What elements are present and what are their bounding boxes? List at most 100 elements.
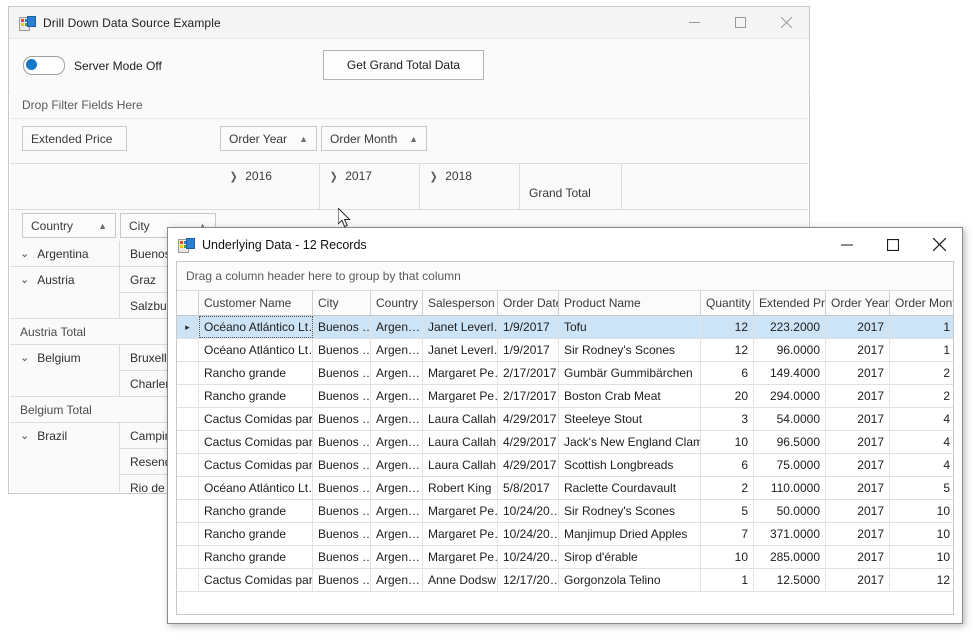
cell-city[interactable]: Buenos …: [313, 523, 371, 545]
cell-order-month[interactable]: 10: [890, 546, 953, 568]
cell-order-month[interactable]: 1: [890, 339, 953, 361]
cell-salesperson[interactable]: Anne Dodsw…: [423, 569, 498, 591]
cell-quantity[interactable]: 10: [701, 431, 754, 453]
table-row[interactable]: Océano Atlántico Lt… Buenos … Argen… Janet …: [177, 339, 953, 362]
cell-city[interactable]: Buenos …: [313, 431, 371, 453]
cell-salesperson[interactable]: Laura Callah…: [423, 454, 498, 476]
cell-product-name[interactable]: Sirop d'érable: [559, 546, 701, 568]
cell-quantity[interactable]: 10: [701, 546, 754, 568]
grid-header-order-date[interactable]: Order Date: [498, 291, 559, 315]
cell-salesperson[interactable]: Margaret Pe…: [423, 385, 498, 407]
column-header-2016[interactable]: ❯ 2016: [220, 164, 320, 209]
cell-customer-name[interactable]: Cactus Comidas par…: [199, 569, 313, 591]
cell-order-month[interactable]: 2: [890, 362, 953, 384]
cell-product-name[interactable]: Manjimup Dried Apples: [559, 523, 701, 545]
table-row[interactable]: Cactus Comidas par… Buenos … Argen… Laura C…: [177, 408, 953, 431]
cell-customer-name[interactable]: Océano Atlántico Lt…: [199, 477, 313, 499]
cell-order-month[interactable]: 1: [890, 316, 953, 338]
cell-city[interactable]: Buenos …: [313, 477, 371, 499]
cell-salesperson[interactable]: Margaret Pe…: [423, 546, 498, 568]
dialog-maximize-button[interactable]: [870, 228, 916, 261]
grid-header-customer-name[interactable]: Customer Name: [199, 291, 313, 315]
cell-quantity[interactable]: 5: [701, 500, 754, 522]
dialog-minimize-button[interactable]: [824, 228, 870, 261]
table-row[interactable]: Rancho grandeBuenos …Argen…Margaret Pe…1…: [177, 546, 953, 569]
cell-quantity[interactable]: 3: [701, 408, 754, 430]
grid-header-extended-price[interactable]: Extended Pri…: [754, 291, 826, 315]
cell-extended-price[interactable]: 96.5000: [754, 431, 826, 453]
cell-order-date[interactable]: 10/24/20…: [498, 523, 559, 545]
cell-order-month[interactable]: 12: [890, 569, 953, 591]
expand-icon[interactable]: ❯: [430, 170, 438, 183]
cell-order-date[interactable]: 10/24/20…: [498, 500, 559, 522]
cell-country[interactable]: Argen…: [371, 385, 423, 407]
cell-product-name[interactable]: Sir Rodney's Scones: [559, 500, 701, 522]
cell-salesperson[interactable]: Margaret Pe…: [423, 523, 498, 545]
cell-country[interactable]: Argen…: [371, 316, 423, 338]
cell-salesperson[interactable]: Janet Leverl…: [423, 339, 498, 361]
field-country[interactable]: Country ▲: [22, 213, 116, 238]
table-row[interactable]: Océano Atlántico Lt… Buenos … Argen… Robert…: [177, 477, 953, 500]
cell-country[interactable]: Argen…: [371, 431, 423, 453]
cell-customer-name[interactable]: Cactus Comidas par…: [199, 454, 313, 476]
cell-city[interactable]: Buenos …: [313, 546, 371, 568]
cell-extended-price[interactable]: 371.0000: [754, 523, 826, 545]
grid-header-order-year[interactable]: Order Year: [826, 291, 890, 315]
cell-order-month[interactable]: 2: [890, 385, 953, 407]
table-row[interactable]: Rancho grandeBuenos …Argen…Margaret Pe…2…: [177, 385, 953, 408]
cell-country[interactable]: Argen…: [371, 523, 423, 545]
collapse-icon[interactable]: ⌄: [20, 247, 29, 260]
pivot-row-country-belgium[interactable]: ⌄ Belgium: [10, 345, 120, 397]
drop-filter-area[interactable]: Drop Filter Fields Here: [10, 92, 808, 119]
cell-city[interactable]: Buenos …: [313, 454, 371, 476]
cell-order-month[interactable]: 5: [890, 477, 953, 499]
cell-customer-name[interactable]: Rancho grande: [199, 500, 313, 522]
pivot-row-country-brazil[interactable]: ⌄ Brazil: [10, 423, 120, 492]
grid-header-product-name[interactable]: Product Name: [559, 291, 701, 315]
column-header-grand-total[interactable]: Grand Total: [520, 164, 622, 209]
cell-order-date[interactable]: 1/9/2017: [498, 339, 559, 361]
cell-product-name[interactable]: Jack's New England Clam …: [559, 431, 701, 453]
collapse-icon[interactable]: ⌄: [20, 273, 29, 286]
column-header-2017[interactable]: ❯ 2017: [320, 164, 420, 209]
cell-country[interactable]: Argen…: [371, 569, 423, 591]
grid-header-city[interactable]: City: [313, 291, 371, 315]
cell-country[interactable]: Argen…: [371, 408, 423, 430]
cell-order-year[interactable]: 2017: [826, 431, 890, 453]
collapse-icon[interactable]: ⌄: [20, 429, 29, 442]
cell-customer-name[interactable]: Rancho grande: [199, 546, 313, 568]
cell-product-name[interactable]: Raclette Courdavault: [559, 477, 701, 499]
grid-header-order-month[interactable]: Order Month: [890, 291, 953, 315]
dialog-close-button[interactable]: [916, 228, 962, 261]
cell-order-year[interactable]: 2017: [826, 454, 890, 476]
table-row[interactable]: Cactus Comidas par… Buenos … Argen… Laura C…: [177, 431, 953, 454]
table-row[interactable]: Rancho grandeBuenos …Argen…Margaret Pe…1…: [177, 523, 953, 546]
cell-extended-price[interactable]: 96.0000: [754, 339, 826, 361]
column-header-2018[interactable]: ❯ 2018: [420, 164, 520, 209]
cell-extended-price[interactable]: 12.5000: [754, 569, 826, 591]
cell-city[interactable]: Buenos …: [313, 569, 371, 591]
cell-salesperson[interactable]: Margaret Pe…: [423, 500, 498, 522]
cell-extended-price[interactable]: 75.0000: [754, 454, 826, 476]
cell-city[interactable]: Buenos …: [313, 500, 371, 522]
cell-city[interactable]: Buenos …: [313, 362, 371, 384]
cell-salesperson[interactable]: Robert King: [423, 477, 498, 499]
cell-extended-price[interactable]: 54.0000: [754, 408, 826, 430]
close-button[interactable]: [763, 7, 809, 38]
cell-country[interactable]: Argen…: [371, 339, 423, 361]
cell-order-date[interactable]: 2/17/2017: [498, 385, 559, 407]
cell-extended-price[interactable]: 285.0000: [754, 546, 826, 568]
cell-quantity[interactable]: 1: [701, 569, 754, 591]
grid-header-country[interactable]: Country: [371, 291, 423, 315]
cell-order-date[interactable]: 5/8/2017: [498, 477, 559, 499]
cell-city[interactable]: Buenos …: [313, 316, 371, 338]
cell-product-name[interactable]: Boston Crab Meat: [559, 385, 701, 407]
field-order-month[interactable]: Order Month ▲: [321, 126, 427, 151]
cell-order-date[interactable]: 10/24/20…: [498, 546, 559, 568]
cell-city[interactable]: Buenos …: [313, 339, 371, 361]
cell-order-year[interactable]: 2017: [826, 477, 890, 499]
cell-customer-name[interactable]: Rancho grande: [199, 385, 313, 407]
cell-product-name[interactable]: Tofu: [559, 316, 701, 338]
cell-salesperson[interactable]: Laura Callah…: [423, 408, 498, 430]
cell-order-date[interactable]: 1/9/2017: [498, 316, 559, 338]
